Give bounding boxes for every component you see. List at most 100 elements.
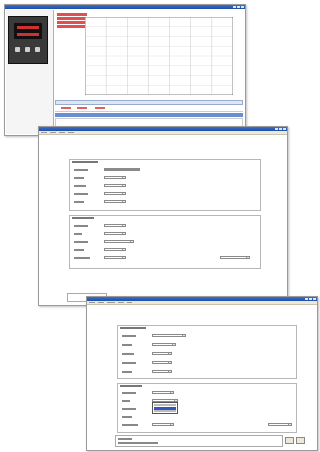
dropdown-list[interactable] — [152, 402, 178, 414]
select-field[interactable] — [268, 423, 292, 426]
front-menubar — [87, 301, 317, 305]
select-field[interactable] — [104, 232, 126, 235]
config-section-2 — [69, 215, 261, 269]
select-field[interactable] — [152, 423, 174, 426]
chevron-down-icon[interactable] — [168, 362, 171, 363]
front-status-box — [115, 435, 283, 447]
field-label — [122, 416, 132, 418]
config-menubar — [39, 131, 287, 135]
menu-item[interactable] — [89, 301, 95, 304]
left-tick-labels — [75, 17, 84, 95]
select-field[interactable] — [104, 224, 126, 227]
select-field[interactable] — [104, 248, 126, 251]
chevron-down-icon[interactable] — [246, 257, 249, 258]
table-row[interactable] — [55, 106, 243, 112]
select-field[interactable] — [104, 176, 126, 179]
chevron-down-icon[interactable] — [122, 257, 125, 258]
field-label — [122, 408, 136, 410]
chevron-down-icon[interactable] — [288, 424, 291, 425]
field-label — [122, 344, 132, 346]
chevron-down-icon[interactable] — [122, 225, 125, 226]
select-field[interactable] — [152, 334, 186, 337]
select-field[interactable] — [104, 184, 126, 187]
status-line — [118, 438, 132, 440]
close-icon[interactable] — [241, 5, 244, 9]
maximize-icon[interactable] — [237, 5, 240, 9]
menu-item[interactable] — [118, 301, 124, 304]
select-field[interactable] — [104, 200, 126, 203]
chevron-down-icon[interactable] — [168, 353, 171, 354]
chevron-down-icon[interactable] — [122, 177, 125, 178]
field-label — [74, 201, 84, 203]
chevron-down-icon[interactable] — [170, 392, 173, 393]
menu-item[interactable] — [107, 301, 115, 304]
trend-chart — [85, 17, 233, 95]
minimize-icon[interactable] — [275, 127, 278, 131]
field-label — [74, 185, 86, 187]
chevron-down-icon[interactable] — [168, 371, 171, 372]
maximize-icon[interactable] — [279, 127, 282, 131]
field-label — [122, 371, 132, 373]
device-key-2[interactable] — [25, 47, 30, 52]
menu-item[interactable] — [98, 301, 104, 304]
chevron-down-icon[interactable] — [174, 400, 177, 401]
chevron-down-icon[interactable] — [172, 344, 175, 345]
config-section-1 — [69, 159, 261, 211]
device-key-3[interactable] — [35, 47, 40, 52]
chevron-down-icon[interactable] — [122, 201, 125, 202]
select-field[interactable] — [152, 352, 172, 355]
chevron-down-icon[interactable] — [122, 193, 125, 194]
select-field[interactable] — [152, 391, 174, 394]
menu-item[interactable] — [59, 131, 65, 134]
field-label — [74, 249, 84, 251]
monitor-window — [4, 4, 246, 136]
minimize-icon[interactable] — [233, 5, 236, 9]
select-field[interactable] — [152, 343, 176, 346]
select-field[interactable] — [104, 256, 126, 259]
select-field[interactable] — [104, 240, 134, 243]
dropdown-option[interactable] — [154, 404, 176, 406]
display-readout-bottom — [17, 33, 39, 36]
section-title — [72, 217, 94, 219]
section-title — [72, 161, 98, 163]
menu-item[interactable] — [50, 131, 56, 134]
ok-button[interactable] — [296, 437, 305, 444]
table-selected-row[interactable] — [55, 113, 243, 117]
table-header — [55, 100, 243, 105]
close-icon[interactable] — [283, 127, 286, 131]
front-section-1 — [117, 325, 297, 379]
status-line — [118, 442, 158, 444]
select-field[interactable] — [152, 370, 172, 373]
field-label — [122, 335, 136, 337]
close-icon[interactable] — [313, 297, 316, 301]
menu-item[interactable] — [68, 131, 74, 134]
field-label — [74, 257, 90, 259]
monitor-titlebar[interactable] — [5, 5, 245, 9]
menu-item[interactable] — [41, 131, 47, 134]
chevron-down-icon[interactable] — [182, 335, 185, 336]
field-label — [122, 400, 130, 402]
chevron-down-icon[interactable] — [122, 185, 125, 186]
input-field[interactable] — [104, 168, 140, 171]
field-label — [74, 169, 88, 171]
select-field[interactable] — [104, 192, 126, 195]
chevron-down-icon[interactable] — [170, 424, 173, 425]
table-cell — [61, 107, 71, 109]
chevron-down-icon[interactable] — [130, 241, 133, 242]
menu-item[interactable] — [127, 301, 132, 304]
chevron-down-icon[interactable] — [122, 249, 125, 250]
chevron-down-icon[interactable] — [122, 233, 125, 234]
table-cell — [95, 107, 105, 109]
select-field[interactable] — [220, 256, 250, 259]
device-key-1[interactable] — [15, 47, 20, 52]
minimize-icon[interactable] — [305, 297, 308, 301]
config-window — [38, 126, 288, 306]
dropdown-option[interactable] — [154, 410, 176, 412]
select-field[interactable] — [152, 361, 172, 364]
field-label — [74, 225, 88, 227]
maximize-icon[interactable] — [309, 297, 312, 301]
field-label — [122, 424, 138, 426]
field-label — [122, 362, 136, 364]
field-label — [122, 353, 134, 355]
apply-button[interactable] — [285, 437, 294, 444]
